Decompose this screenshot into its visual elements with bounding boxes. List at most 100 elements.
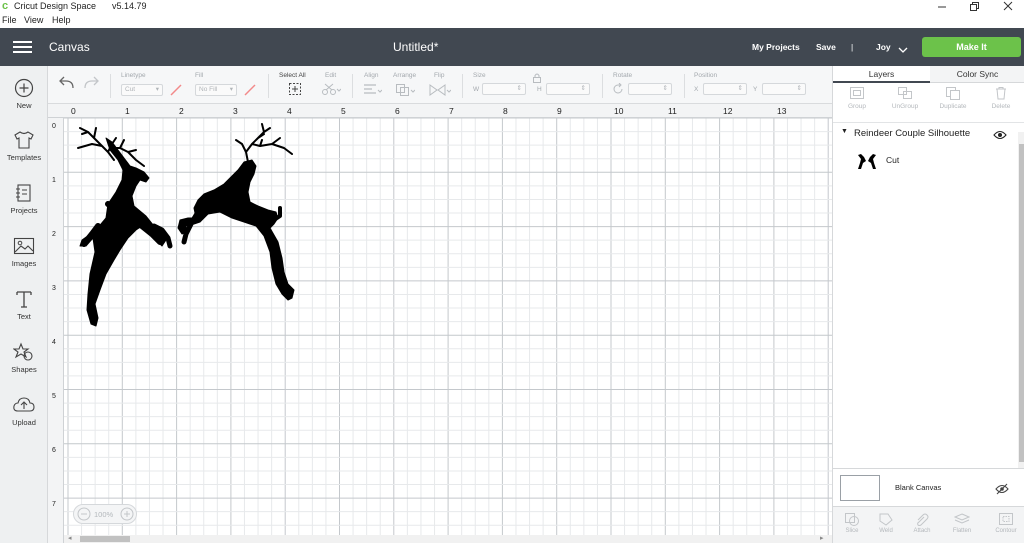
delete-button[interactable]: Delete (977, 84, 1024, 118)
nav-templates[interactable]: Templates (0, 130, 48, 180)
horizontal-scrollbar[interactable]: ◂ ▸ (64, 535, 832, 543)
align-icon[interactable] (362, 83, 383, 97)
fill-value: No Fill (199, 86, 218, 93)
document-title: Untitled* (393, 40, 439, 54)
layer-group-row[interactable]: ▼ Reindeer Couple Silhouette (833, 126, 1018, 142)
linetype-select[interactable]: Cut ▾ (121, 84, 163, 96)
toolbar-divider (352, 74, 353, 98)
section-title: Canvas (49, 40, 90, 54)
flatten-button[interactable]: Flatten (943, 508, 981, 543)
nav-text[interactable]: Text (0, 289, 48, 339)
size-label: Size (473, 72, 486, 79)
toolbar-divider (268, 74, 269, 98)
select-all-icon[interactable] (288, 82, 302, 96)
scroll-left-icon[interactable]: ◂ (68, 535, 72, 543)
tshirt-icon (14, 131, 34, 149)
width-input[interactable]: ⇕ (482, 83, 526, 95)
eye-hidden-icon[interactable] (995, 482, 1009, 495)
position-x-input[interactable]: ⇕ (703, 83, 747, 95)
linetype-color-swatch[interactable] (169, 83, 183, 97)
upload-cloud-icon (13, 397, 35, 412)
panel-divider (833, 122, 1024, 123)
panel-scrollbar[interactable] (1018, 132, 1024, 468)
height-input[interactable]: ⇕ (546, 83, 590, 95)
zoom-in-icon[interactable] (120, 507, 134, 521)
plus-circle-icon (14, 78, 34, 98)
contour-button[interactable]: Contour (987, 508, 1024, 543)
reindeer-couple-artwork[interactable] (48, 104, 832, 543)
user-menu[interactable]: Joy (876, 42, 891, 52)
delete-label: Delete (991, 103, 1011, 110)
tab-color-sync[interactable]: Color Sync (930, 66, 1024, 83)
undo-icon[interactable] (58, 75, 76, 91)
nav-text-label: Text (17, 312, 31, 321)
weld-button[interactable]: Weld (867, 508, 905, 543)
nav-new-label: New (16, 101, 32, 110)
nav-projects[interactable]: Projects (0, 183, 48, 233)
position-y-input[interactable]: ⇕ (762, 83, 806, 95)
edit-scissors-icon[interactable] (321, 82, 342, 96)
expand-triangle-icon[interactable]: ▼ (841, 128, 848, 135)
nav-shapes[interactable]: Shapes (0, 342, 48, 392)
eye-icon[interactable] (993, 128, 1007, 140)
ungroup-icon (898, 87, 912, 99)
app-header: Canvas Untitled* My Projects Save | Joy … (0, 28, 1024, 66)
menu-view[interactable]: View (24, 15, 43, 25)
weld-icon (879, 513, 893, 526)
tab-layers[interactable]: Layers (833, 66, 930, 83)
fill-select[interactable]: No Fill ▾ (195, 84, 237, 96)
nav-images[interactable]: Images (0, 236, 48, 286)
menu-help[interactable]: Help (52, 15, 71, 25)
rotate-label: Rotate (613, 72, 633, 79)
paperclip-icon (917, 513, 929, 526)
slice-icon (845, 513, 859, 526)
redo-icon[interactable] (82, 75, 100, 91)
close-icon[interactable] (1002, 0, 1014, 12)
attach-button[interactable]: Attach (903, 508, 941, 543)
app-title: Cricut Design Space (14, 1, 97, 11)
group-button[interactable]: Group (833, 84, 881, 118)
slice-button[interactable]: Slice (833, 508, 871, 543)
minimize-icon[interactable] (936, 0, 948, 12)
horizontal-scroll-thumb[interactable] (80, 536, 130, 542)
scroll-right-icon[interactable]: ▸ (820, 535, 824, 543)
restore-icon[interactable] (968, 0, 980, 12)
nav-upload[interactable]: Upload (0, 395, 48, 445)
zoom-control: 100% (73, 504, 137, 524)
linetype-value: Cut (125, 86, 136, 93)
lock-icon[interactable] (532, 72, 542, 84)
caret-down-icon: ▾ (229, 86, 233, 93)
ungroup-button[interactable]: UnGroup (881, 84, 929, 118)
x-letter: X (694, 86, 699, 93)
contour-label: Contour (995, 528, 1017, 534)
make-it-button[interactable]: Make It (922, 37, 1021, 57)
chevron-down-icon[interactable] (898, 42, 908, 53)
hamburger-menu-icon[interactable] (13, 40, 33, 54)
menu-bar: File View Help (0, 14, 1024, 28)
flatten-label: Flatten (952, 528, 972, 534)
flip-label: Flip (434, 72, 445, 79)
window-titlebar: c Cricut Design Space v5.14.79 (0, 0, 1024, 14)
arrange-icon[interactable] (395, 83, 416, 97)
blank-canvas-swatch[interactable] (840, 475, 880, 501)
rotate-input[interactable]: ⇕ (628, 83, 672, 95)
edit-toolbar: Linetype Cut ▾ Fill No Fill ▾ Select All E… (48, 66, 832, 104)
group-label: Group (847, 103, 867, 110)
menu-file[interactable]: File (2, 15, 17, 25)
nav-projects-label: Projects (10, 206, 38, 215)
left-nav: New Templates Projects Images Text Shape… (0, 66, 48, 543)
layer-row[interactable]: Cut (833, 150, 1018, 172)
design-canvas[interactable]: 0 1 2 3 4 5 6 7 8 9 10 11 12 13 0 1 2 3 … (48, 104, 832, 543)
nav-new[interactable]: New (0, 78, 48, 128)
slice-label: Slice (845, 528, 859, 534)
save-button[interactable]: Save (816, 42, 836, 52)
duplicate-button[interactable]: Duplicate (929, 84, 977, 118)
panel-scroll-thumb[interactable] (1019, 144, 1024, 462)
my-projects-link[interactable]: My Projects (752, 42, 800, 52)
toolbar-divider (684, 74, 685, 98)
zoom-out-icon[interactable] (77, 507, 91, 521)
height-letter: H (537, 86, 542, 93)
fill-color-swatch[interactable] (243, 83, 257, 97)
zoom-level: 100% (94, 510, 114, 519)
flip-icon[interactable] (429, 83, 452, 97)
